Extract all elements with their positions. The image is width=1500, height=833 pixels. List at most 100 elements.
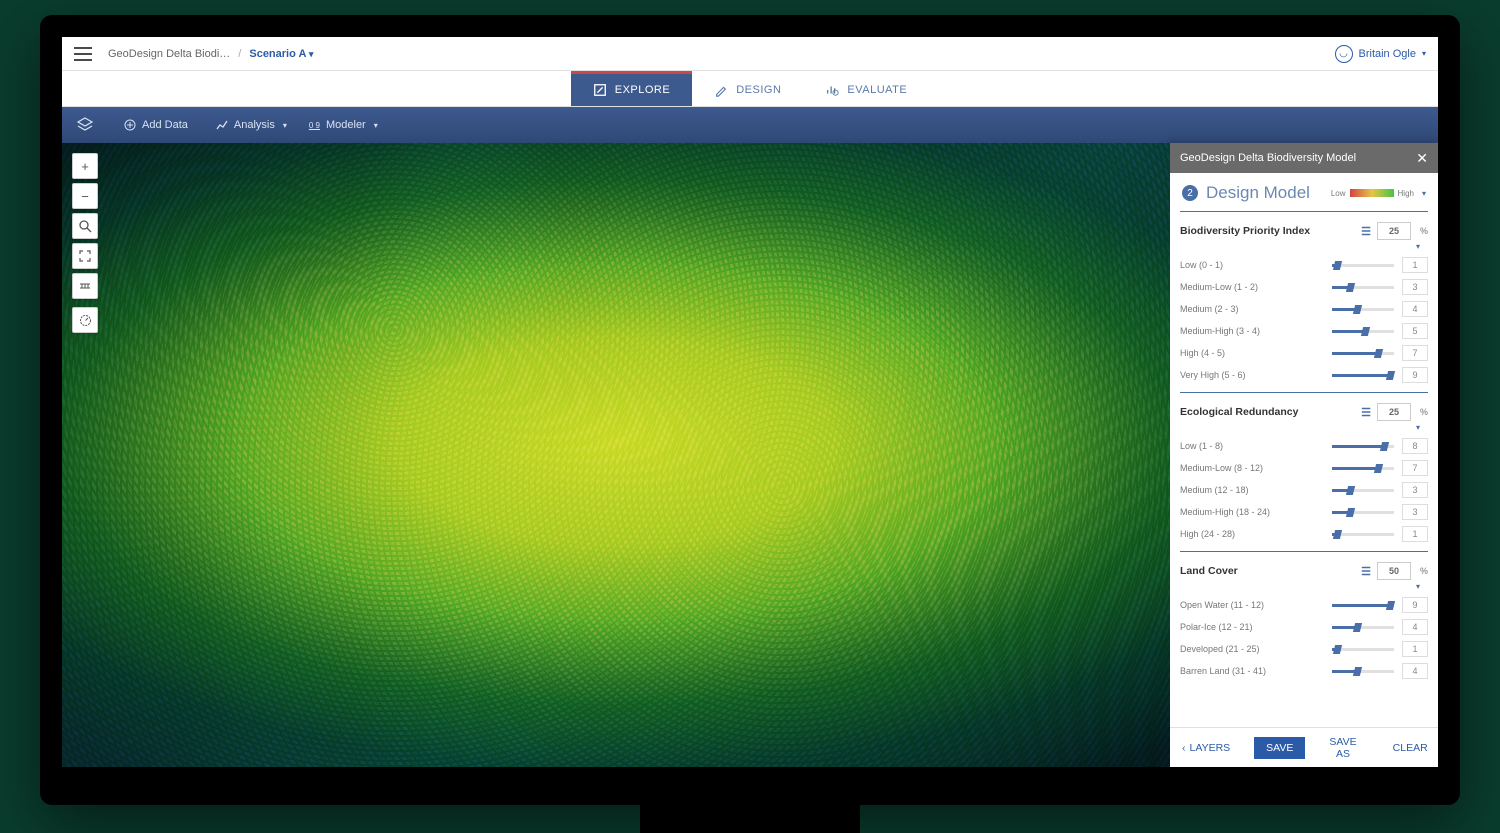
criteria-row: Medium (12 - 18) 3 — [1180, 479, 1428, 501]
row-slider[interactable] — [1332, 372, 1394, 378]
criteria-group: Land Cover ☰ 50 % Open Water (11 - 12) 9… — [1180, 551, 1428, 682]
row-label: Medium (2 - 3) — [1180, 304, 1332, 314]
tab-evaluate[interactable]: EVALUATE — [803, 71, 929, 106]
row-value-input[interactable]: 3 — [1402, 482, 1428, 498]
map-viewport[interactable]: + − — [62, 143, 1170, 767]
row-slider[interactable] — [1332, 284, 1394, 290]
breadcrumb-project[interactable]: GeoDesign Delta Biodi… — [108, 48, 230, 60]
row-label: Barren Land (31 - 41) — [1180, 666, 1332, 676]
sliders-icon[interactable]: ☰ — [1361, 565, 1371, 578]
row-value-input[interactable]: 4 — [1402, 663, 1428, 679]
chevron-down-icon: ▾ — [1422, 49, 1426, 58]
fullscreen-button[interactable] — [72, 243, 98, 269]
chart-icon — [825, 83, 839, 97]
row-value-input[interactable]: 1 — [1402, 641, 1428, 657]
back-to-layers-link[interactable]: ‹ LAYERS — [1182, 742, 1230, 754]
group-weight-input[interactable]: 25 — [1377, 403, 1411, 421]
row-slider[interactable] — [1332, 487, 1394, 493]
search-button[interactable] — [72, 213, 98, 239]
group-weight-input[interactable]: 25 — [1377, 222, 1411, 240]
row-slider[interactable] — [1332, 306, 1394, 312]
menu-icon[interactable] — [74, 47, 92, 61]
group-header[interactable]: Ecological Redundancy ☰ 25 % — [1180, 399, 1428, 427]
row-label: High (4 - 5) — [1180, 348, 1332, 358]
back-label: LAYERS — [1190, 742, 1231, 754]
clear-button[interactable]: CLEAR — [1381, 737, 1438, 759]
criteria-row: Medium-High (18 - 24) 3 — [1180, 501, 1428, 523]
row-slider[interactable] — [1332, 262, 1394, 268]
row-label: High (24 - 28) — [1180, 529, 1332, 539]
row-slider[interactable] — [1332, 328, 1394, 334]
row-slider[interactable] — [1332, 624, 1394, 630]
close-panel-button[interactable]: ✕ — [1416, 150, 1428, 167]
tab-explore[interactable]: EXPLORE — [571, 71, 692, 106]
row-value-input[interactable]: 1 — [1402, 526, 1428, 542]
tab-design-label: DESIGN — [736, 84, 781, 96]
user-name: Britain Ogle — [1359, 48, 1416, 60]
tab-evaluate-label: EVALUATE — [847, 84, 907, 96]
group-name: Biodiversity Priority Index — [1180, 225, 1310, 237]
row-value-input[interactable]: 9 — [1402, 367, 1428, 383]
row-value-input[interactable]: 1 — [1402, 257, 1428, 273]
row-slider[interactable] — [1332, 350, 1394, 356]
row-value-input[interactable]: 7 — [1402, 460, 1428, 476]
row-slider[interactable] — [1332, 443, 1394, 449]
sliders-icon[interactable]: ☰ — [1361, 225, 1371, 238]
row-slider[interactable] — [1332, 602, 1394, 608]
modeler-button[interactable]: 0 9 Modeler — [309, 119, 378, 131]
criteria-row: High (4 - 5) 7 — [1180, 342, 1428, 364]
add-data-button[interactable]: Add Data — [124, 119, 194, 131]
chevron-down-icon[interactable]: ▾ — [1422, 189, 1426, 198]
row-value-input[interactable]: 7 — [1402, 345, 1428, 361]
basemap-button[interactable] — [72, 307, 98, 333]
gauge-icon — [79, 314, 92, 327]
user-menu[interactable]: ◡ Britain Ogle ▾ — [1335, 45, 1427, 63]
row-slider[interactable] — [1332, 509, 1394, 515]
row-value-input[interactable]: 3 — [1402, 504, 1428, 520]
row-label: Medium-High (3 - 4) — [1180, 326, 1332, 336]
layers-icon[interactable] — [76, 116, 94, 134]
save-as-button[interactable]: SAVE AS — [1317, 731, 1368, 765]
group-header[interactable]: Biodiversity Priority Index ☰ 25 % — [1180, 218, 1428, 246]
zoom-out-button[interactable]: − — [72, 183, 98, 209]
percent-label: % — [1420, 407, 1428, 417]
breadcrumb-scenario[interactable]: Scenario A — [249, 48, 313, 60]
save-button[interactable]: SAVE — [1254, 737, 1305, 759]
row-value-input[interactable]: 4 — [1402, 619, 1428, 635]
group-weight-input[interactable]: 50 — [1377, 562, 1411, 580]
group-header[interactable]: Land Cover ☰ 50 % — [1180, 558, 1428, 586]
row-slider[interactable] — [1332, 646, 1394, 652]
weight-marker — [1180, 427, 1428, 431]
legend-low-label: Low — [1331, 189, 1346, 198]
analysis-button[interactable]: Analysis — [216, 119, 287, 131]
row-value-input[interactable]: 9 — [1402, 597, 1428, 613]
row-value-input[interactable]: 3 — [1402, 279, 1428, 295]
panel-header: GeoDesign Delta Biodiversity Model ✕ — [1170, 143, 1438, 173]
criteria-row: Barren Land (31 - 41) 4 — [1180, 660, 1428, 682]
expand-icon — [79, 250, 91, 262]
row-slider[interactable] — [1332, 465, 1394, 471]
row-label: Polar-Ice (12 - 21) — [1180, 622, 1332, 632]
row-slider[interactable] — [1332, 531, 1394, 537]
add-data-label: Add Data — [142, 119, 188, 131]
row-label: Medium-High (18 - 24) — [1180, 507, 1332, 517]
criteria-row: Medium (2 - 3) 4 — [1180, 298, 1428, 320]
group-name: Land Cover — [1180, 565, 1238, 577]
row-label: Very High (5 - 6) — [1180, 370, 1332, 380]
step-number-badge: 2 — [1182, 185, 1198, 201]
sliders-icon[interactable]: ☰ — [1361, 406, 1371, 419]
criteria-row: Medium-High (3 - 4) 5 — [1180, 320, 1428, 342]
criteria-group: Ecological Redundancy ☰ 25 % Low (1 - 8)… — [1180, 392, 1428, 545]
row-value-input[interactable]: 5 — [1402, 323, 1428, 339]
analysis-icon — [216, 119, 228, 131]
tab-design[interactable]: DESIGN — [692, 71, 803, 106]
criteria-row: Medium-Low (8 - 12) 7 — [1180, 457, 1428, 479]
row-value-input[interactable]: 8 — [1402, 438, 1428, 454]
criteria-row: Open Water (11 - 12) 9 — [1180, 594, 1428, 616]
row-slider[interactable] — [1332, 668, 1394, 674]
zoom-in-button[interactable]: + — [72, 153, 98, 179]
row-value-input[interactable]: 4 — [1402, 301, 1428, 317]
workspace: + − GeoDesign Delta Biodiversity Model ✕… — [62, 143, 1438, 767]
measure-button[interactable] — [72, 273, 98, 299]
modeler-label: Modeler — [326, 119, 366, 131]
